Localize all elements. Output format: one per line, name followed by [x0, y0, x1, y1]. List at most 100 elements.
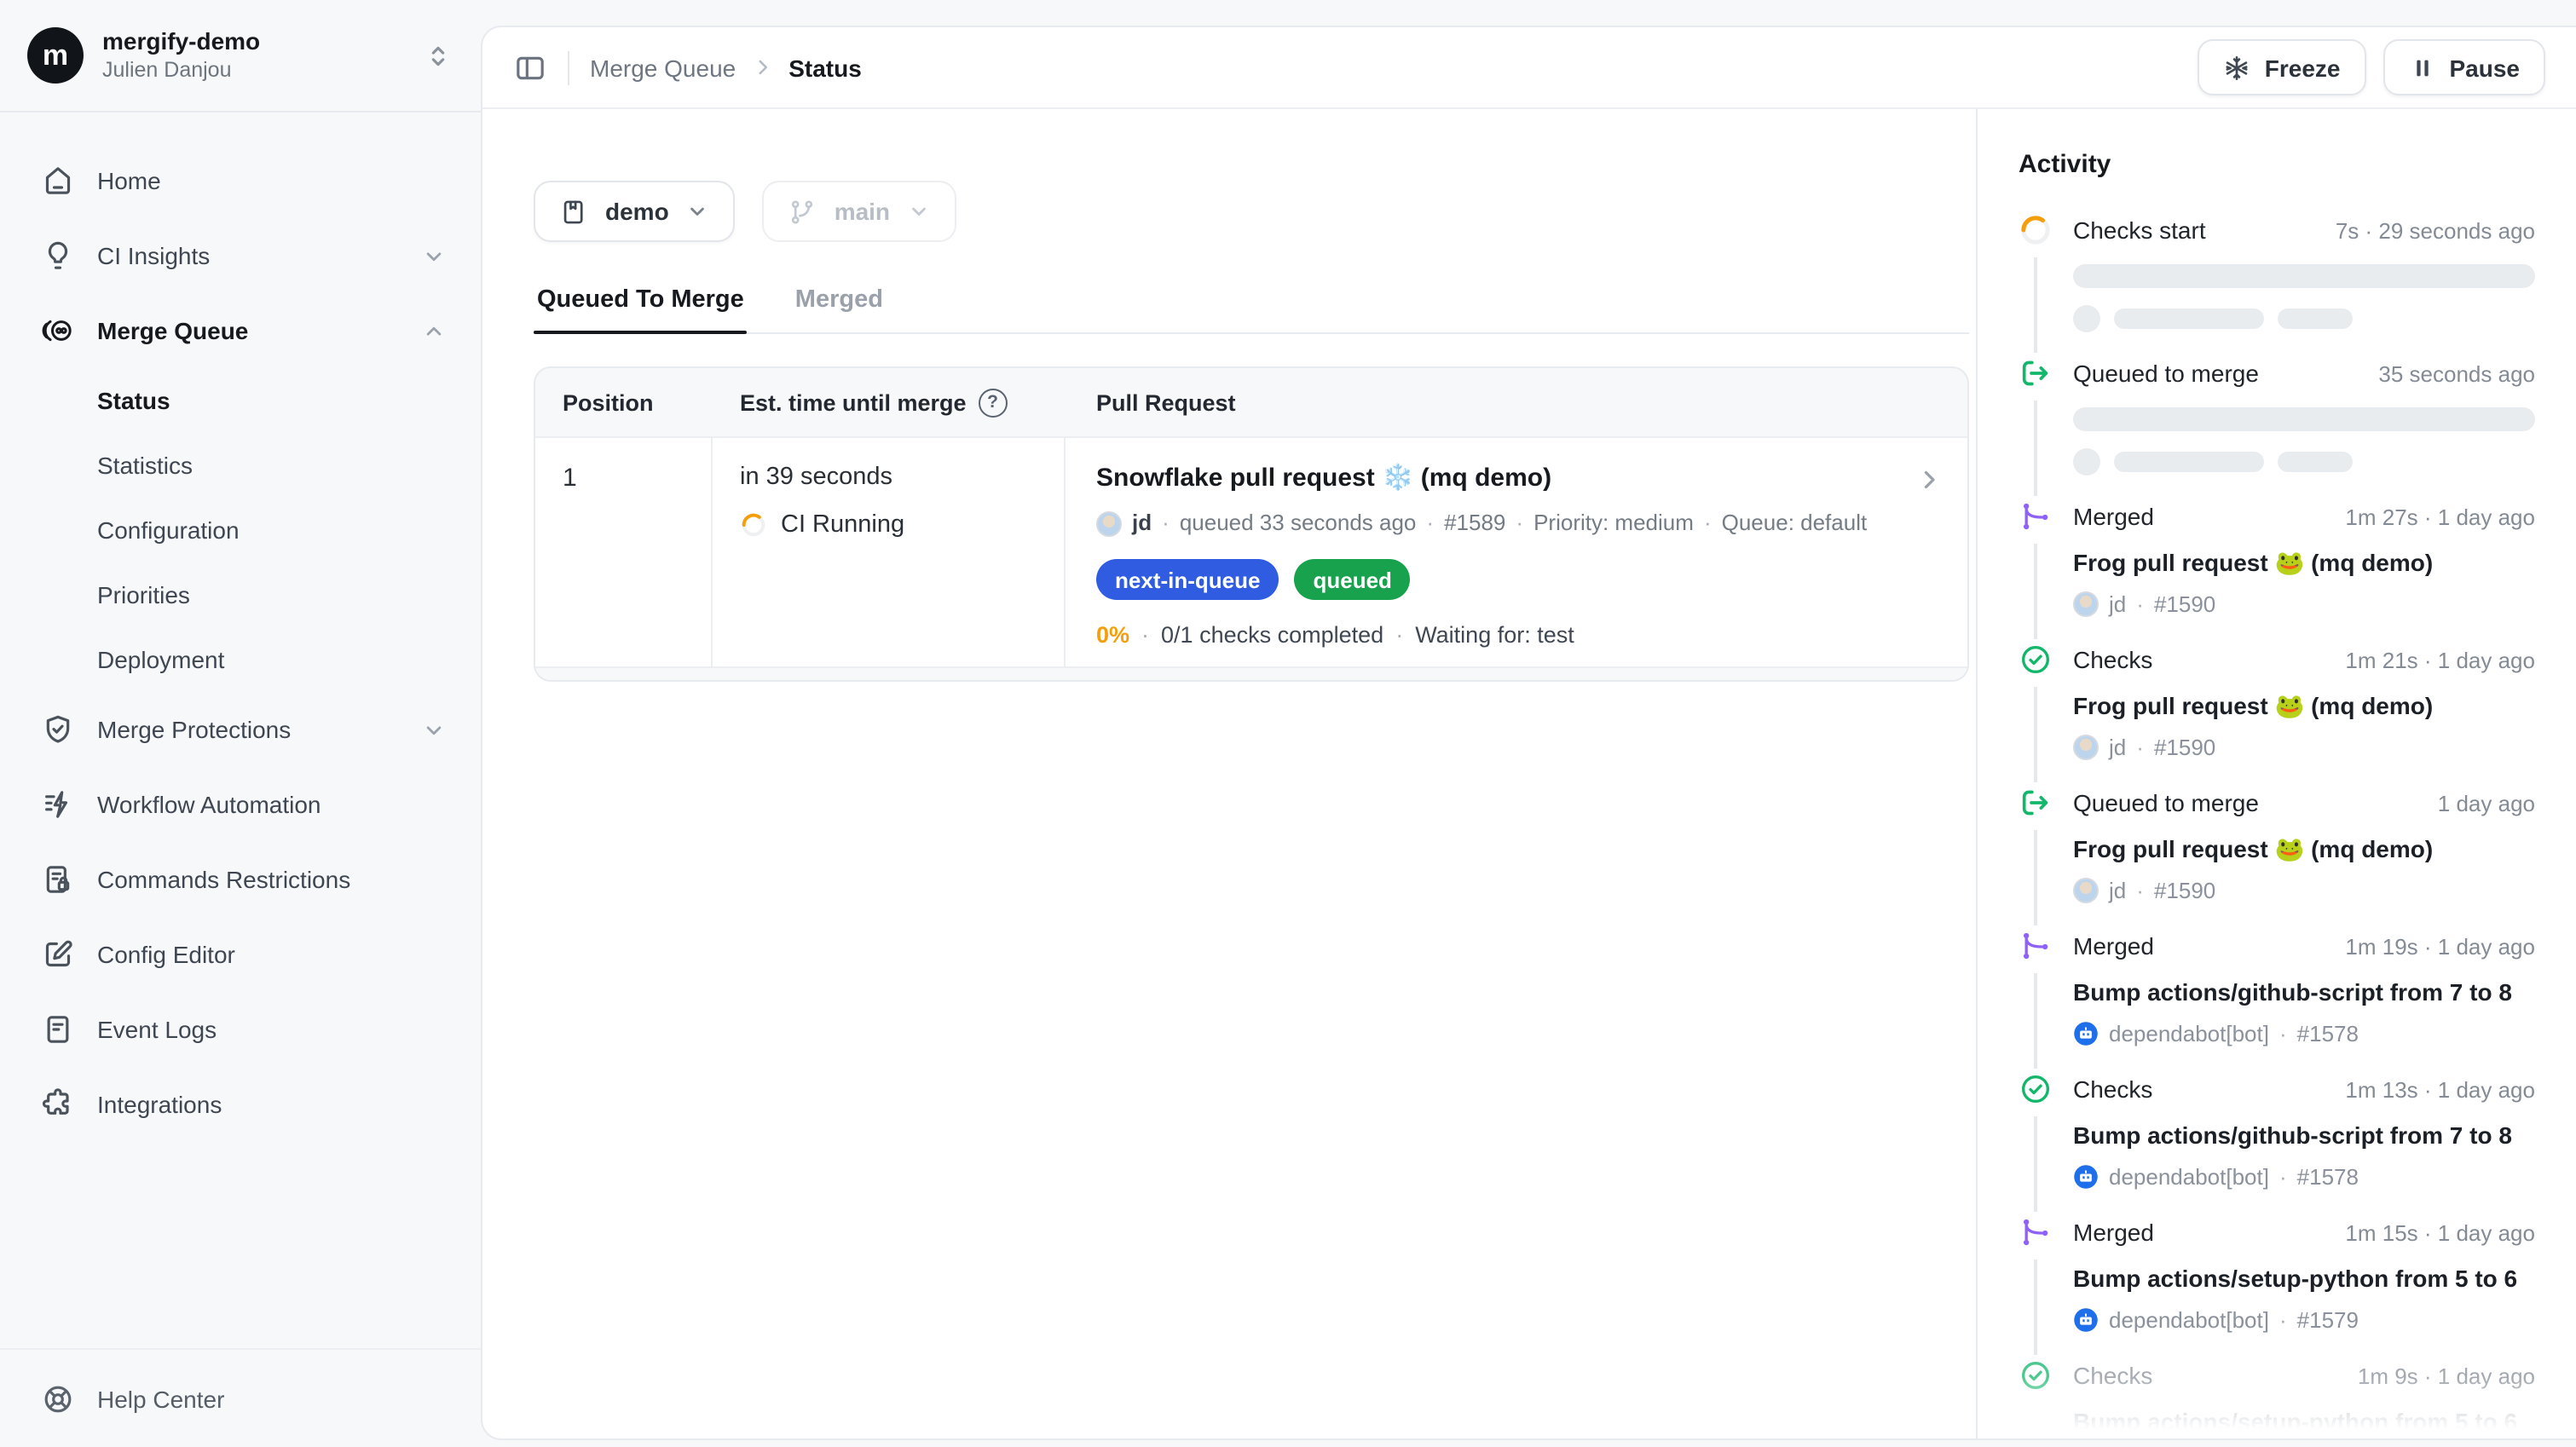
activity-panel: Activity Checks start 7s · 29 seconds ag…	[1976, 109, 2576, 1438]
sidebar-item-integrations[interactable]: Integrations	[17, 1067, 464, 1142]
col-pull-request: Pull Request	[1066, 389, 1967, 415]
event-time: 1m 15s · 1 day ago	[2345, 1217, 2535, 1251]
sidebar-toggle-icon[interactable]	[513, 50, 547, 84]
event-icon	[2019, 499, 2053, 533]
breadcrumb-merge-queue[interactable]: Merge Queue	[590, 54, 736, 81]
event-pr-meta: jd · #1590	[2073, 590, 2535, 619]
sidebar-item-icon	[41, 1087, 75, 1121]
org-switcher[interactable]: m mergify-demo Julien Danjou	[0, 0, 481, 112]
sidebar-item-label: Home	[97, 167, 161, 194]
sidebar-item-commands-restrictions[interactable]: Commands Restrictions	[17, 842, 464, 917]
event-author-icon	[2073, 591, 2099, 617]
org-owner: Julien Danjou	[102, 56, 404, 84]
sidebar-item-configuration[interactable]: Configuration	[17, 498, 464, 562]
activity-event-queued-to-merge[interactable]: Queued to merge 1 day ago Frog pull requ…	[2019, 786, 2535, 929]
row-expand-chevron-icon[interactable]	[1915, 465, 1944, 494]
sidebar-item-config-editor[interactable]: Config Editor	[17, 917, 464, 992]
sidebar-item-label: Event Logs	[97, 1016, 217, 1043]
sidebar: m mergify-demo Julien Danjou Home CI Ins…	[0, 0, 481, 1447]
sidebar-item-priorities[interactable]: Priorities	[17, 562, 464, 627]
event-pr-title: Bump actions/setup-python from 5 to 6	[2073, 1263, 2535, 1295]
col-position: Position	[535, 389, 713, 415]
event-pr-title: Frog pull request 🐸 (mq demo)	[2073, 833, 2535, 866]
sidebar-item-label: Commands Restrictions	[97, 866, 350, 893]
event-icon	[2019, 786, 2053, 820]
sidebar-item-label: Statistics	[97, 452, 193, 479]
sidebar-item-merge-queue[interactable]: Merge Queue	[17, 293, 464, 368]
event-author-icon	[2073, 1021, 2099, 1046]
sidebar-item-status[interactable]: Status	[17, 368, 464, 433]
tab-merged[interactable]: Merged	[792, 286, 887, 332]
sidebar-item-merge-protections[interactable]: Merge Protections	[17, 692, 464, 767]
author-avatar	[1096, 510, 1122, 536]
app-root: m mergify-demo Julien Danjou Home CI Ins…	[0, 0, 2576, 1447]
branch-select[interactable]: main	[763, 181, 956, 242]
event-pr-meta: dependabot[bot] · #1578	[2073, 1019, 2535, 1048]
sidebar-item-home[interactable]: Home	[17, 143, 464, 218]
event-author-icon	[2073, 1164, 2099, 1190]
event-type: Merged	[2073, 929, 2154, 963]
event-author-icon	[2073, 1307, 2099, 1333]
breadcrumb-status: Status	[788, 54, 862, 81]
help-center-link[interactable]: Help Center	[0, 1348, 481, 1447]
sidebar-item-ci-insights[interactable]: CI Insights	[17, 218, 464, 293]
event-icon	[2019, 643, 2053, 677]
checks-progress: 0% · 0/1 checks completed · Waiting for:…	[1096, 622, 1937, 648]
activity-event-queued-to-merge[interactable]: Queued to merge 35 seconds ago	[2019, 356, 2535, 499]
chevron-down-icon	[907, 199, 931, 223]
pr-number: #1589	[1444, 506, 1505, 540]
queue-row[interactable]: 1 in 39 seconds CI Running Snowflake pul…	[535, 436, 1967, 668]
event-icon	[2019, 1215, 2053, 1249]
event-pr-title: Frog pull request 🐸 (mq demo)	[2073, 690, 2535, 723]
help-icon[interactable]: ?	[979, 388, 1008, 417]
event-time: 1 day ago	[2438, 787, 2535, 822]
sidebar-item-workflow-automation[interactable]: Workflow Automation	[17, 767, 464, 842]
sidebar-item-label: Integrations	[97, 1091, 222, 1118]
topbar: Merge Queue Status Freeze Pause	[482, 27, 2576, 109]
sidebar-item-icon	[41, 862, 75, 896]
loading-skeleton	[2073, 407, 2535, 476]
event-type: Checks start	[2073, 213, 2206, 247]
event-time: 1m 21s · 1 day ago	[2345, 644, 2535, 678]
pr-title[interactable]: Snowflake pull request ❄️ (mq demo)	[1096, 462, 1551, 493]
chevron-icon	[421, 243, 447, 268]
event-author-icon	[2073, 878, 2099, 903]
sidebar-item-label: Merge Protections	[97, 716, 291, 743]
activity-event-merged[interactable]: Merged 1m 19s · 1 day ago Bump actions/g…	[2019, 929, 2535, 1072]
activity-event-checks[interactable]: Checks 1m 9s · 1 day ago Bump actions/se…	[2019, 1358, 2535, 1438]
event-icon	[2019, 213, 2053, 247]
sidebar-item-icon	[41, 937, 75, 971]
sidebar-item-icon	[41, 314, 75, 348]
tab-queued-to-merge[interactable]: Queued To Merge	[534, 286, 748, 332]
event-time: 1m 9s · 1 day ago	[2358, 1360, 2535, 1394]
topbar-divider	[568, 50, 569, 84]
queue-content: demo main Queued To Merge Merged Po	[482, 109, 1976, 1438]
event-pr-title: Bump actions/github-script from 7 to 8	[2073, 977, 2535, 1009]
sidebar-item-deployment[interactable]: Deployment	[17, 627, 464, 692]
col-est-time: Est. time until merge ?	[713, 388, 1066, 417]
freeze-button[interactable]: Freeze	[2198, 39, 2366, 95]
activity-event-checks[interactable]: Checks 1m 21s · 1 day ago Frog pull requ…	[2019, 643, 2535, 786]
sidebar-item-label: CI Insights	[97, 242, 210, 269]
sidebar-item-statistics[interactable]: Statistics	[17, 433, 464, 498]
event-time: 7s · 29 seconds ago	[2336, 215, 2535, 249]
event-icon	[2019, 929, 2053, 963]
queue-tabs: Queued To Merge Merged	[534, 286, 1969, 334]
ci-running-spinner-icon	[740, 511, 767, 539]
activity-event-checks[interactable]: Checks 1m 13s · 1 day ago Bump actions/g…	[2019, 1072, 2535, 1215]
pause-button[interactable]: Pause	[2383, 39, 2546, 95]
sidebar-item-event-logs[interactable]: Event Logs	[17, 992, 464, 1067]
repository-select[interactable]: demo	[534, 181, 736, 242]
sidebar-item-label: Status	[97, 387, 170, 414]
event-icon	[2019, 1358, 2053, 1392]
activity-event-checks-start[interactable]: Checks start 7s · 29 seconds ago	[2019, 213, 2535, 356]
activity-event-merged[interactable]: Merged 1m 15s · 1 day ago Bump actions/s…	[2019, 1215, 2535, 1358]
sidebar-item-icon	[41, 164, 75, 198]
event-icon	[2019, 1072, 2053, 1106]
activity-event-merged[interactable]: Merged 1m 27s · 1 day ago Frog pull requ…	[2019, 499, 2535, 643]
sidebar-nav: Home CI Insights Merge Queue	[0, 112, 481, 1142]
sidebar-item-icon	[41, 787, 75, 822]
snowflake-icon	[2224, 54, 2251, 81]
event-type: Checks	[2073, 1072, 2152, 1106]
chevron-icon	[421, 318, 447, 343]
